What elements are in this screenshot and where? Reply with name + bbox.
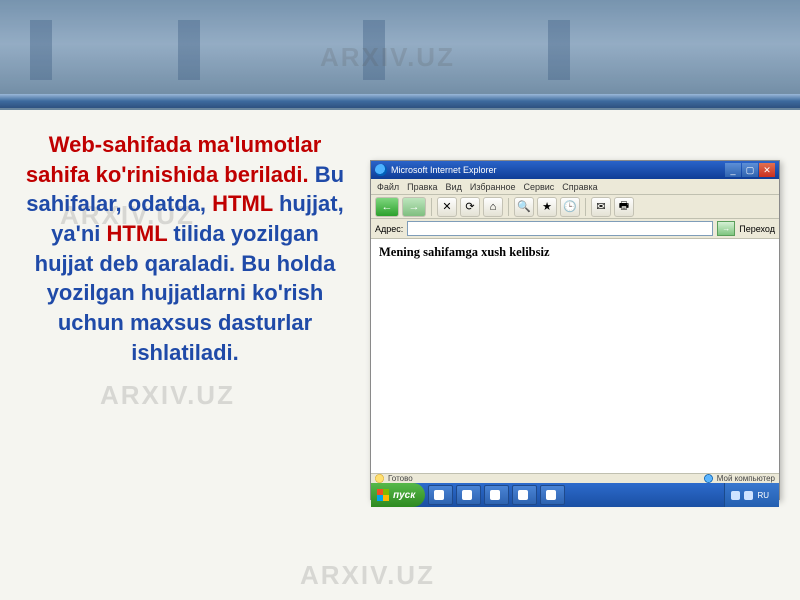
security-zone-text: Мой компьютер [717,474,775,483]
toolbar-separator [431,198,432,216]
window-title: Microsoft Internet Explorer [391,165,497,175]
taskbar-app-icon [490,490,500,500]
taskbar-item[interactable] [512,485,537,505]
menu-edit[interactable]: Правка [407,182,437,192]
taskbar-app-icon [434,490,444,500]
stop-button[interactable]: ✕ [437,197,457,217]
taskbar-app-icon [518,490,528,500]
menu-bar: Файл Правка Вид Избранное Сервис Справка [371,179,779,195]
language-indicator[interactable]: RU [757,491,769,500]
menu-view[interactable]: Вид [446,182,462,192]
page-heading-text: Mening sahifamga xush kelibsiz [379,245,771,260]
security-zone-icon [704,474,713,483]
system-tray[interactable]: RU [724,483,779,507]
address-label: Адрес: [375,224,403,234]
menu-tools[interactable]: Сервис [523,182,554,192]
status-text: Готово [388,474,413,483]
tray-icon[interactable] [731,491,740,500]
start-button[interactable]: пуск [371,483,425,507]
internet-explorer-icon [375,164,387,176]
back-button[interactable]: ← [375,197,399,217]
taskbar-item[interactable] [540,485,565,505]
search-button[interactable]: 🔍 [514,197,534,217]
page-viewport[interactable]: Mening sahifamga xush kelibsiz [371,239,779,473]
header-divider-bar [0,94,800,108]
taskbar-app-icon [546,490,556,500]
address-bar: Адрес: → Переход [371,219,779,239]
status-bar: Готово Мой компьютер [371,473,779,483]
menu-help[interactable]: Справка [562,182,597,192]
menu-file[interactable]: Файл [377,182,399,192]
toolbar-separator [508,198,509,216]
home-button[interactable]: ⌂ [483,197,503,217]
address-input[interactable] [407,221,713,236]
menu-favorites[interactable]: Избранное [470,182,516,192]
navigation-toolbar: ← → ✕ ⟳ ⌂ 🔍 ★ 🕒 ✉ 🖶 [371,195,779,219]
refresh-button[interactable]: ⟳ [460,197,480,217]
minimize-button[interactable]: _ [725,163,741,177]
tray-icon[interactable] [744,491,753,500]
print-button[interactable]: 🖶 [614,197,634,217]
start-label: пуск [393,490,415,501]
watermark: ARXIV.UZ [100,380,235,411]
slide-text-html-2: HTML [107,221,168,246]
window-titlebar[interactable]: Microsoft Internet Explorer _ ▢ ✕ [371,161,779,179]
close-button[interactable]: ✕ [759,163,775,177]
taskbar-item[interactable] [456,485,481,505]
status-done-icon [375,474,384,483]
browser-window: Microsoft Internet Explorer _ ▢ ✕ Файл П… [370,160,780,500]
taskbar-app-icon [462,490,472,500]
slide-text-red-1: Web-sahifada ma'lumotlar sahifa ko'rinis… [26,132,321,187]
forward-button[interactable]: → [402,197,426,217]
go-button[interactable]: → [717,221,735,236]
maximize-button[interactable]: ▢ [742,163,758,177]
watermark: ARXIV.UZ [300,560,435,591]
toolbar-separator [585,198,586,216]
mail-button[interactable]: ✉ [591,197,611,217]
windows-logo-icon [377,489,389,501]
windows-taskbar: пуск RU [371,483,779,507]
history-button[interactable]: 🕒 [560,197,580,217]
slide-text-html-1: HTML [212,191,273,216]
slide-body-text: Web-sahifada ma'lumotlar sahifa ko'rinis… [20,130,350,368]
links-label[interactable]: Переход [739,224,775,234]
favorites-button[interactable]: ★ [537,197,557,217]
taskbar-item[interactable] [428,485,453,505]
taskbar-item[interactable] [484,485,509,505]
